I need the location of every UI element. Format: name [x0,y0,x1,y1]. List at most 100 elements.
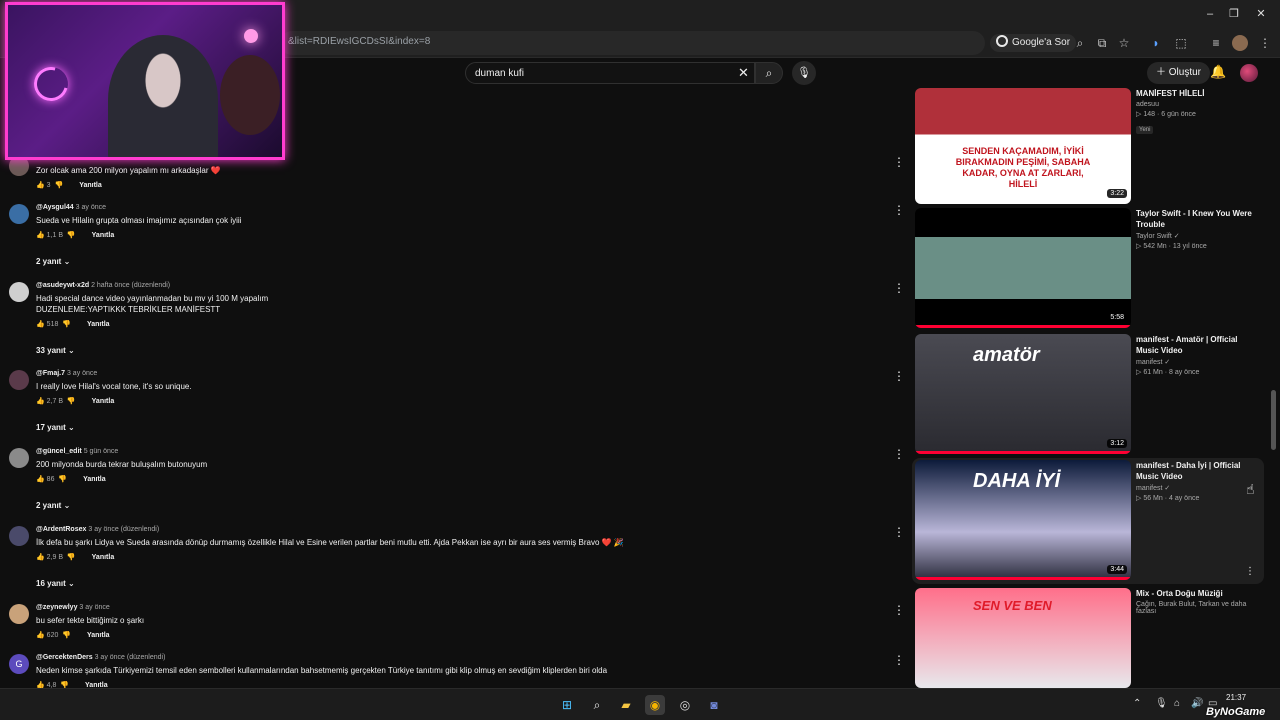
video-channel[interactable]: manifest ✓ [1136,358,1256,366]
video-thumbnail[interactable]: SENDEN KAÇAMADIM, İYİKİ BIRAKMADIN PEŞİM… [915,88,1131,204]
comment-menu-icon[interactable]: ⋮ [893,282,905,294]
view-replies-button[interactable]: 2 yanıt ⌄ [36,257,70,266]
reply-button[interactable]: Yanıtla [87,321,110,328]
video-title[interactable]: Mix - Orta Doğu Müziği [1136,588,1256,599]
comment-time[interactable]: 5 gün önce [84,448,119,455]
extensions-puzzle-icon[interactable]: ⬚ [1173,35,1189,51]
close-icon[interactable]: ✕ [1251,4,1271,24]
search-input[interactable]: duman kufi ✕ [465,62,755,84]
url-field[interactable]: &list=RDIEwsIGCDsSI&index=8 [280,31,985,55]
dislike-icon[interactable]: 👎 [62,321,71,328]
comment-author[interactable]: @Aysgul44 [36,204,74,211]
comment-time[interactable]: 3 ay önce (düzenlendi) [88,526,159,533]
comment-time[interactable]: 3 ay önce [79,604,109,611]
video-title[interactable]: Taylor Swift - I Knew You Were Trouble [1136,208,1256,230]
video-channel[interactable]: adesuu [1136,101,1256,108]
video-channel[interactable]: Çağın, Burak Bulut, Tarkan ve daha fazla… [1136,601,1256,615]
video-title[interactable]: MANİFEST HİLELİ [1136,88,1256,99]
obs-icon[interactable]: ◎ [675,695,695,715]
video-thumbnail[interactable]: 5:58 [915,208,1131,328]
view-replies-button[interactable]: 16 yanıt ⌄ [36,579,75,588]
like-icon[interactable]: 👍 [36,398,45,405]
view-replies-button[interactable]: 2 yanıt ⌄ [36,501,70,510]
reply-button[interactable]: Yanıtla [92,554,115,561]
reply-button[interactable]: Yanıtla [83,476,106,483]
dislike-icon[interactable]: 👎 [62,632,71,639]
page-scrollbar[interactable] [1271,390,1276,450]
comment-menu-icon[interactable]: ⋮ [893,448,905,460]
comment-menu-icon[interactable]: ⋮ [893,604,905,616]
tray-network-icon[interactable]: ⌂ [1174,698,1180,709]
video-thumbnail[interactable]: amatör 3:12 [915,334,1131,454]
reply-button[interactable]: Yanıtla [92,232,115,239]
dislike-icon[interactable]: 👎 [67,232,76,239]
video-thumbnail[interactable]: SEN VE BEN [915,588,1131,688]
windows-start-icon[interactable]: ⊞ [557,695,577,715]
video-channel[interactable]: Taylor Swift ✓ [1136,232,1256,240]
commenter-avatar[interactable] [9,204,29,224]
install-icon[interactable]: ⧉ [1094,35,1110,51]
commenter-avatar[interactable] [9,282,29,302]
comment-time[interactable]: 3 ay önce [67,370,97,377]
chrome-icon[interactable]: ◉ [645,695,665,715]
media-controls-icon[interactable]: ≡ [1208,35,1224,51]
create-button[interactable]: ＋ Oluştur [1147,62,1211,84]
minimize-icon[interactable]: – [1200,4,1220,24]
like-icon[interactable]: 👍 [36,321,45,328]
ask-google-button[interactable]: Google'a Sor [990,34,1077,52]
comment-menu-icon[interactable]: ⋮ [893,370,905,382]
like-icon[interactable]: 👍 [36,632,45,639]
dislike-icon[interactable]: 👎 [67,554,76,561]
browser-menu-icon[interactable]: ⋮ [1257,35,1273,51]
comment-author[interactable]: @Fmaj.7 [36,370,65,377]
comment-author[interactable]: @GercektenDers [36,654,93,661]
commenter-avatar[interactable] [9,526,29,546]
comment-time[interactable]: 3 ay önce (düzenlendi) [95,654,166,661]
clear-search-icon[interactable]: ✕ [738,65,749,81]
system-clock[interactable]: 21:37 [1226,693,1246,702]
comment-time[interactable]: 3 ay önce [76,204,106,211]
tray-mic-icon[interactable]: 🎙 [1155,698,1168,709]
comment-author[interactable]: @güncel_edit [36,448,82,455]
like-icon[interactable]: 👍 [36,554,45,561]
bookmark-star-icon[interactable]: ☆ [1116,35,1132,51]
comment-menu-icon[interactable]: ⋮ [893,654,905,666]
view-replies-button[interactable]: 33 yanıt ⌄ [36,346,75,355]
dislike-icon[interactable]: 👎 [58,476,67,483]
comment-author[interactable]: @zeynewlyy [36,604,77,611]
profile-avatar-icon[interactable] [1232,35,1248,51]
commenter-avatar[interactable]: G [9,654,29,674]
like-icon[interactable]: 👍 [36,232,45,239]
video-title[interactable]: manifest - Amatör | Official Music Video [1136,334,1256,356]
comment-author[interactable]: @ArdentRosex [36,526,86,533]
extension-icon[interactable]: ◗ [1148,35,1164,51]
reply-button[interactable]: Yanıtla [79,182,102,189]
dislike-icon[interactable]: 👎 [54,182,63,189]
view-replies-button[interactable]: 17 yanıt ⌄ [36,423,75,432]
like-icon[interactable]: 👍 [36,476,45,483]
tray-chevron-icon[interactable]: ⌃ [1133,698,1141,709]
video-thumbnail[interactable]: DAHA İYİ 3:44 [915,460,1131,580]
restore-icon[interactable]: ❐ [1224,4,1244,24]
tray-volume-icon[interactable]: 🔊 [1191,698,1203,709]
comment-menu-icon[interactable]: ⋮ [893,156,905,168]
commenter-avatar[interactable] [9,448,29,468]
dislike-icon[interactable]: 👎 [67,398,76,405]
notifications-bell-icon[interactable]: 🔔 [1210,64,1226,80]
video-channel[interactable]: manifest ✓ [1136,484,1256,492]
search-button[interactable]: ⌕ [755,62,783,84]
discord-icon[interactable]: ◙ [704,695,724,715]
commenter-avatar[interactable] [9,370,29,390]
taskbar-search-icon[interactable]: ⌕ [587,695,607,715]
video-title[interactable]: manifest - Daha İyi | Official Music Vid… [1136,460,1256,482]
video-menu-icon[interactable]: ⋮ [1245,566,1255,577]
commenter-avatar[interactable] [9,604,29,624]
zoom-icon[interactable]: ⌕ [1072,35,1088,51]
voice-search-button[interactable]: 🎙 [792,61,816,85]
reply-button[interactable]: Yanıtla [87,632,110,639]
comment-time[interactable]: 2 hafta önce (düzenlendi) [91,282,170,289]
reply-button[interactable]: Yanıtla [92,398,115,405]
comment-menu-icon[interactable]: ⋮ [893,204,905,216]
like-icon[interactable]: 👍 [36,182,45,189]
youtube-account-avatar[interactable] [1240,64,1258,82]
